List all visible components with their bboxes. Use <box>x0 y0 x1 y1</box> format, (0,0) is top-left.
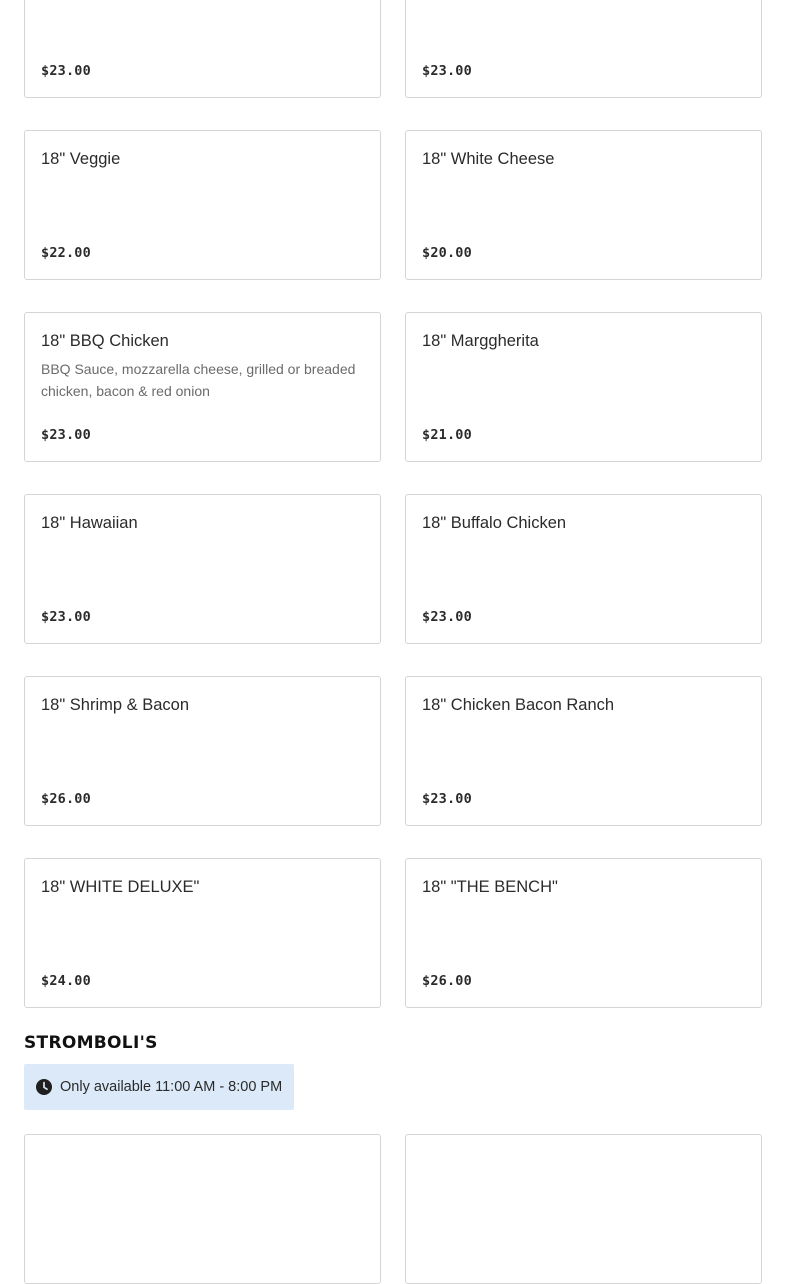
menu-item-card[interactable]: 18" Marggherita $21.00 <box>405 312 762 462</box>
menu-item-price: $26.00 <box>422 973 472 989</box>
menu-item-price: $21.00 <box>422 427 472 443</box>
menu-item-price: $24.00 <box>41 973 91 989</box>
menu-item-price: $20.00 <box>422 245 472 261</box>
menu-item-price: $23.00 <box>422 63 472 79</box>
clock-icon <box>36 1079 52 1095</box>
menu-item-name: 18" Chicken Bacon Ranch <box>422 696 615 714</box>
menu-item-card[interactable]: 18" Chicken Bacon Ranch $23.00 <box>405 676 762 826</box>
menu-item-card[interactable]: 18" Hawaiian $23.00 <box>24 494 381 644</box>
menu-item-price: $23.00 <box>41 63 91 79</box>
menu-item-name: 18" Buffalo Chicken <box>422 514 567 532</box>
menu-item-card[interactable] <box>24 1134 381 1284</box>
menu-item-price: $22.00 <box>41 245 91 261</box>
section-title: STROMBOLI'S <box>24 1033 158 1053</box>
menu-item-card[interactable]: $23.00 <box>24 0 381 98</box>
menu-item-card[interactable]: 18" "THE BENCH" $26.00 <box>405 858 762 1008</box>
menu-item-card[interactable]: 18" White Cheese $20.00 <box>405 130 762 280</box>
availability-notice: Only available 11:00 AM - 8:00 PM <box>24 1064 294 1110</box>
menu-item-name: 18" "THE BENCH" <box>422 878 558 896</box>
menu-item-price: $23.00 <box>422 791 472 807</box>
menu-item-price: $23.00 <box>422 609 472 625</box>
availability-text: Only available 11:00 AM - 8:00 PM <box>60 1079 283 1095</box>
menu-item-card[interactable]: 18" Shrimp & Bacon $26.00 <box>24 676 381 826</box>
menu-item-name: 18" BBQ Chicken <box>41 332 169 350</box>
menu-item-name: 18" White Cheese <box>422 150 555 168</box>
menu-item-card[interactable]: 18" BBQ Chicken BBQ Sauce, mozzarella ch… <box>24 312 381 462</box>
menu-item-card[interactable] <box>405 1134 762 1284</box>
menu-item-card[interactable]: 18" Buffalo Chicken $23.00 <box>405 494 762 644</box>
menu-item-description: BBQ Sauce, mozzarella cheese, grilled or… <box>41 361 356 399</box>
menu-item-price: $26.00 <box>41 791 91 807</box>
menu-item-name: 18" Hawaiian <box>41 514 138 532</box>
menu-item-card[interactable]: 18" WHITE DELUXE" $24.00 <box>24 858 381 1008</box>
menu-item-card[interactable]: $23.00 <box>405 0 762 98</box>
menu-item-name: 18" Marggherita <box>422 332 539 350</box>
menu-item-name: 18" WHITE DELUXE" <box>41 878 200 896</box>
menu-item-name: 18" Shrimp & Bacon <box>41 696 190 714</box>
menu-item-price: $23.00 <box>41 609 91 625</box>
menu-item-name: 18" Veggie <box>41 150 121 168</box>
menu-item-card[interactable]: 18" Veggie $22.00 <box>24 130 381 280</box>
menu-item-price: $23.00 <box>41 427 91 443</box>
